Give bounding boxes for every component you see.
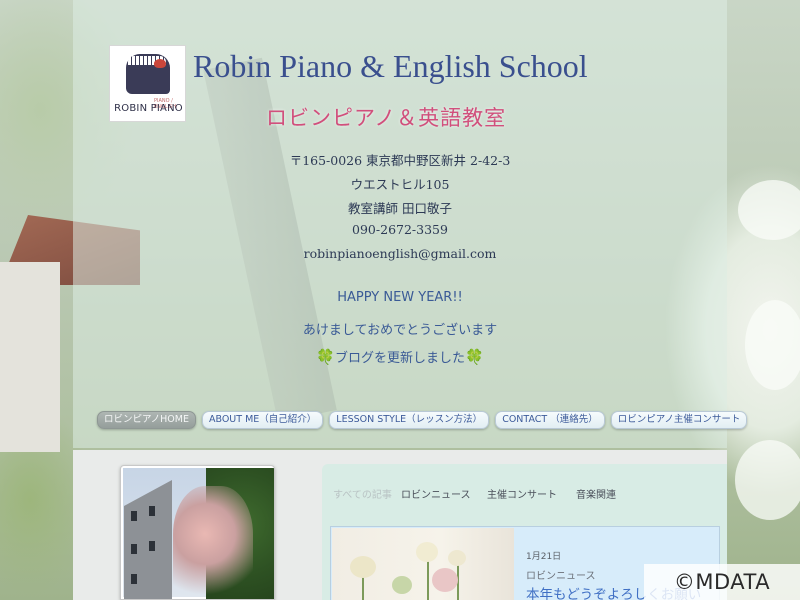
nav-item-about[interactable]: ABOUT ME（自己紹介） — [201, 411, 324, 429]
photo-window — [131, 511, 137, 521]
site-title: Robin Piano & English School — [193, 48, 588, 84]
address-line-2: ウエストヒル105 — [350, 177, 450, 192]
robin-bird-icon — [154, 59, 166, 68]
logo-text: ROBIN PIANO — [114, 103, 183, 114]
photo-window — [149, 506, 155, 516]
announcement-line-1: HAPPY NEW YEAR!! — [337, 290, 463, 305]
site-subtitle: ロビンピアノ＆英語教室 — [266, 106, 507, 130]
site-logo[interactable]: PIANO / ENGLISH ROBIN PIANO — [109, 45, 186, 122]
flower — [350, 556, 376, 578]
address-line-1: 〒165-0026 東京都中野区新井 2-42-3 — [289, 153, 511, 168]
watermark: ©MDATA — [644, 564, 800, 600]
post-flower-image — [332, 528, 514, 600]
tab-music[interactable]: 音楽関連 — [576, 486, 616, 501]
nav-item-concert[interactable]: ロビンピアノ主催コンサート — [610, 411, 748, 429]
flower — [392, 576, 412, 594]
photo-window — [131, 574, 137, 584]
post-category[interactable]: ロビンニュース — [526, 567, 596, 582]
clover-icon: 🍀 — [316, 348, 335, 366]
post-date: 1月21日 — [526, 552, 562, 562]
flower — [416, 542, 438, 562]
announcement-text: ブログを更新しました — [334, 351, 465, 366]
flower — [432, 568, 458, 592]
background-blossom — [745, 300, 800, 390]
tab-concerts[interactable]: 主催コンサート — [487, 486, 557, 501]
phone-number: 090-2672-3359 — [352, 222, 448, 237]
nav-item-lesson-style[interactable]: LESSON STYLE（レッスン方法） — [329, 411, 490, 429]
flower — [448, 550, 466, 566]
tab-robin-news[interactable]: ロビンニュース — [401, 486, 471, 501]
photo-window — [131, 544, 137, 554]
email-address[interactable]: robinpianoenglish@gmail.com — [250, 246, 550, 261]
photo-window — [149, 541, 155, 551]
main-nav: ロビンピアノHOME ABOUT ME（自己紹介） LESSON STYLE（レ… — [97, 411, 748, 430]
background-house-wall — [0, 262, 60, 452]
background-blossom — [735, 440, 800, 520]
nav-item-home[interactable]: ロビンピアノHOME — [97, 411, 196, 429]
announcement-line-3: 🍀ブログを更新しました🍀 — [230, 347, 570, 366]
photo-cherry-tree — [173, 486, 253, 599]
teacher-name: 教室講師 田口敬子 — [348, 201, 452, 216]
school-building-photo — [120, 465, 275, 600]
nav-item-contact[interactable]: CONTACT （連絡先） — [495, 411, 605, 429]
background-blossom — [738, 180, 800, 240]
announcement-line-2: あけましておめでとうございます — [302, 323, 498, 338]
clover-icon: 🍀 — [465, 348, 484, 366]
tab-all-posts[interactable]: すべての記事 — [333, 486, 392, 501]
